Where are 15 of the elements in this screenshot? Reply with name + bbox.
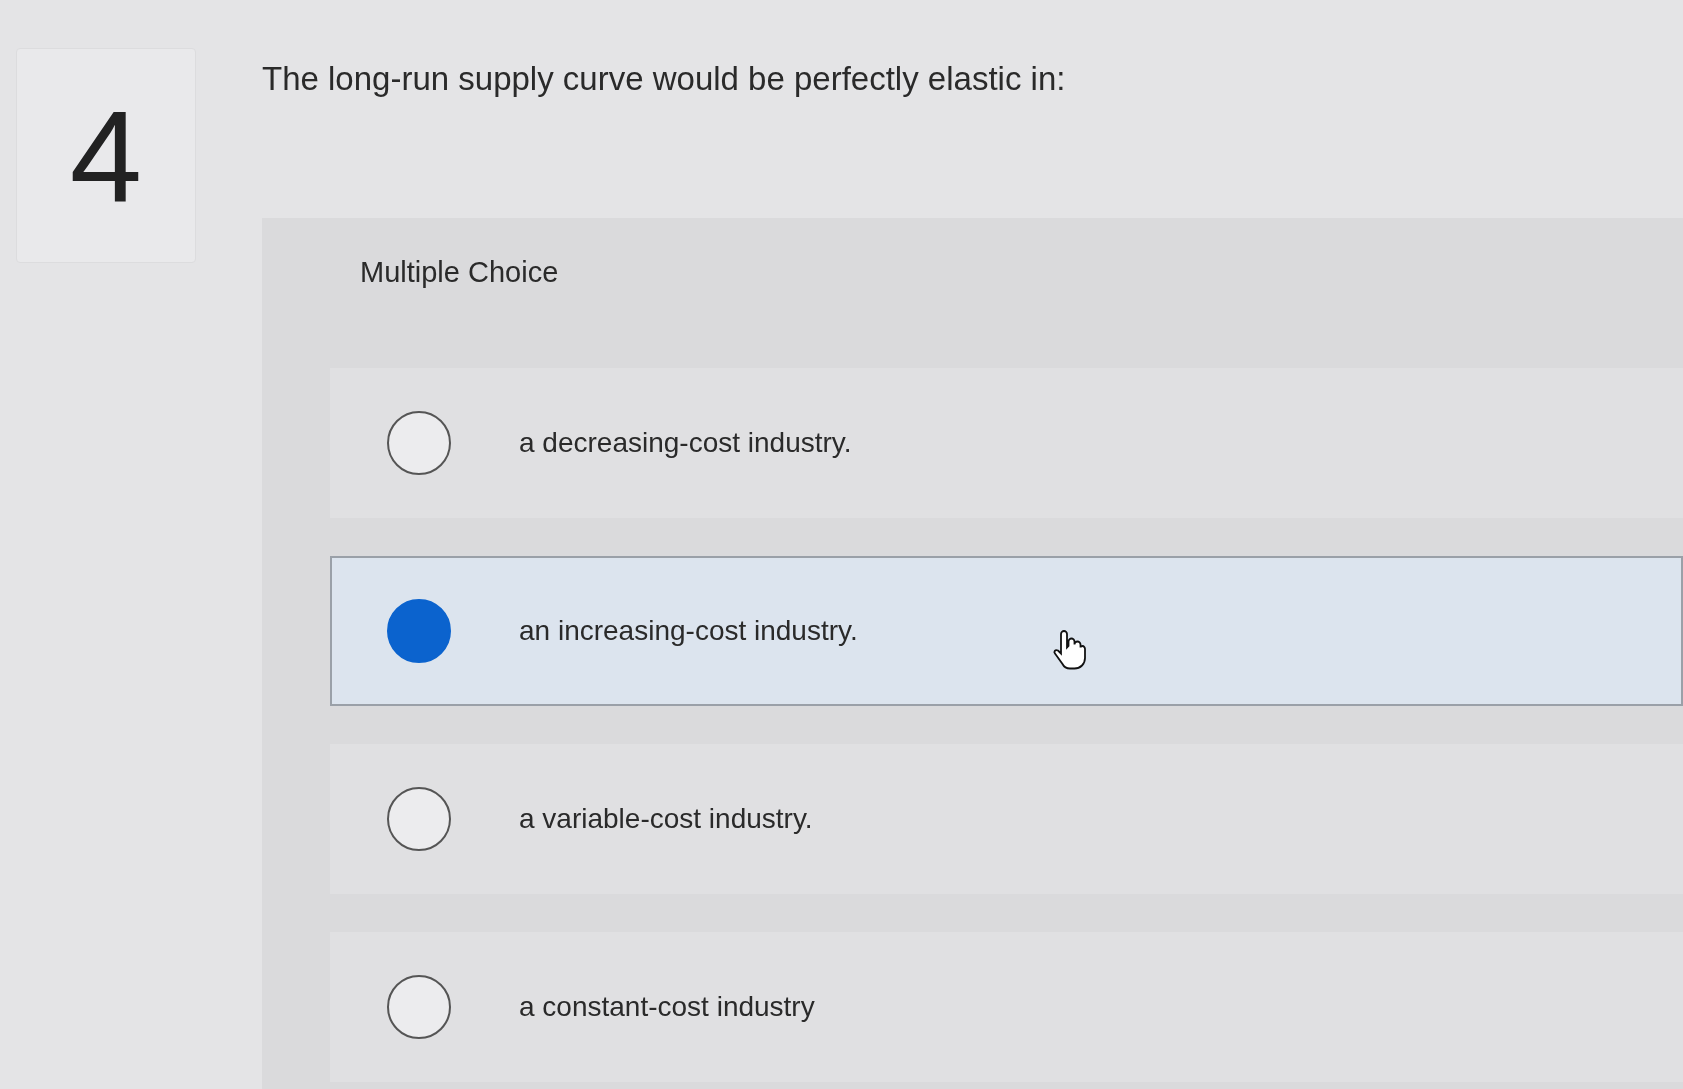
answer-type-label: Multiple Choice [360,255,559,291]
question-number: 4 [69,90,143,221]
radio-button[interactable] [387,599,451,663]
option-text: an increasing-cost industry. [519,614,858,648]
radio-button[interactable] [387,411,451,475]
option-text: a constant-cost industry [519,990,815,1024]
answer-option[interactable]: a constant-cost industry [330,932,1683,1082]
question-text: The long-run supply curve would be perfectly elastic in: [262,59,1067,99]
answer-option[interactable]: an increasing-cost industry. [330,556,1683,706]
option-text: a decreasing-cost industry. [519,426,852,460]
option-text: a variable-cost industry. [519,802,813,836]
answer-option[interactable]: a variable-cost industry. [330,744,1683,894]
radio-button[interactable] [387,975,451,1039]
radio-button[interactable] [387,787,451,851]
answer-option[interactable]: a decreasing-cost industry. [330,368,1683,518]
